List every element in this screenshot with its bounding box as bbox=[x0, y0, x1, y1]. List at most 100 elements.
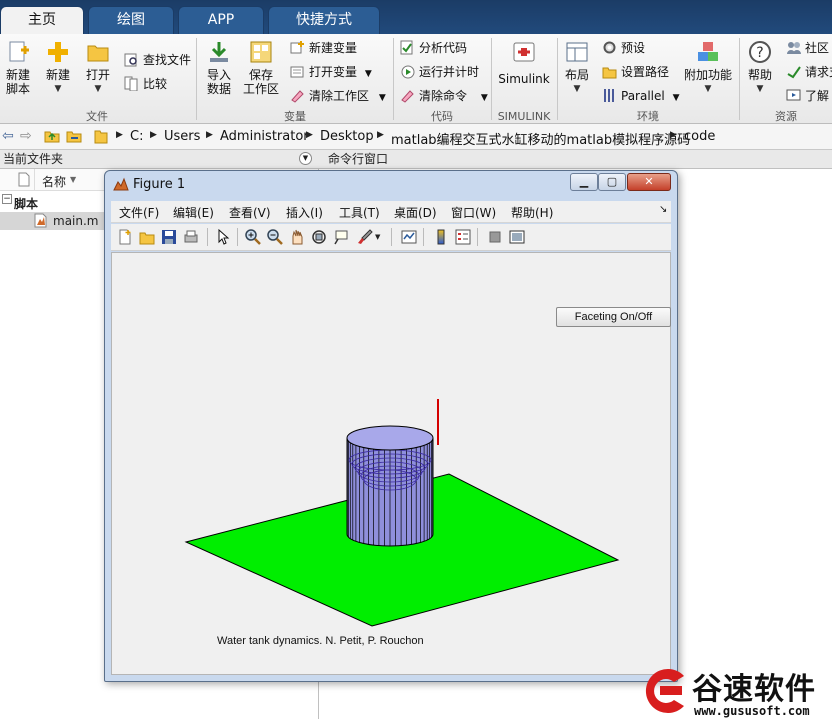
forward-arrow-icon[interactable]: ⇨ bbox=[20, 128, 32, 144]
clear-commands-button[interactable]: 清除命令 ▼ bbox=[400, 86, 488, 106]
help-label: 帮助 bbox=[747, 68, 772, 82]
dock-arrow-icon[interactable]: ↘ bbox=[659, 204, 667, 215]
set-path-button[interactable]: 设置路径 bbox=[602, 62, 669, 82]
link-plot-icon[interactable] bbox=[401, 229, 417, 245]
back-arrow-icon[interactable]: ⇦ bbox=[2, 128, 14, 144]
pointer-icon[interactable] bbox=[215, 228, 231, 245]
request-support-label: 请求支 bbox=[805, 65, 832, 79]
menu-view[interactable]: 查看(V) bbox=[229, 204, 271, 221]
brush-icon[interactable] bbox=[357, 229, 373, 245]
menu-file[interactable]: 文件(F) bbox=[119, 204, 159, 221]
watermark-url: www.gususoft.com bbox=[694, 704, 810, 718]
figure-title-bar[interactable]: Figure 1 ▁ ▢ ✕ bbox=[105, 171, 677, 199]
breadcrumb-drive[interactable]: C: bbox=[130, 129, 143, 144]
legend-icon[interactable] bbox=[455, 229, 471, 245]
save-icon[interactable] bbox=[161, 229, 177, 245]
colorbar-icon[interactable] bbox=[433, 229, 449, 245]
tab-shortcuts[interactable]: 快捷方式 bbox=[268, 6, 380, 34]
breadcrumb-code[interactable]: code bbox=[684, 129, 715, 144]
community-icon bbox=[786, 40, 801, 55]
open-variable-label: 打开变量 bbox=[309, 65, 358, 79]
tab-apps[interactable]: APP bbox=[178, 6, 264, 34]
file-type-column-icon bbox=[18, 172, 30, 187]
community-button[interactable]: 社区 bbox=[786, 38, 829, 58]
menu-help[interactable]: 帮助(H) bbox=[511, 204, 553, 221]
find-files-label: 查找文件 bbox=[143, 53, 192, 67]
faceting-toggle-button[interactable]: Faceting On/Off bbox=[556, 307, 671, 327]
print-icon[interactable] bbox=[183, 229, 199, 245]
preferences-button[interactable]: 预设 bbox=[602, 38, 645, 58]
maximize-button[interactable]: ▢ bbox=[598, 173, 626, 191]
minimize-icon: ▁ bbox=[579, 175, 589, 188]
menu-desktop[interactable]: 桌面(D) bbox=[394, 204, 437, 221]
new-button[interactable]: 新建 ▼ bbox=[40, 40, 76, 96]
group-label-simulink: SIMULINK bbox=[497, 110, 551, 123]
chevron-down-icon: ▼ bbox=[704, 84, 712, 94]
minimize-button[interactable]: ▁ bbox=[570, 173, 598, 191]
name-column-header[interactable]: 名称 bbox=[42, 173, 66, 190]
new-figure-icon[interactable] bbox=[117, 229, 133, 245]
breadcrumb-project-folder[interactable]: matlab编程交互式水缸移动的matlab模拟程序源码 bbox=[391, 129, 690, 148]
pan-hand-icon[interactable] bbox=[289, 229, 305, 245]
addons-cubes-icon bbox=[696, 40, 720, 64]
browse-folder-icon[interactable] bbox=[66, 129, 82, 143]
save-workspace-button[interactable]: 保存 工作区 bbox=[240, 40, 282, 96]
watermark-brand: 谷速软件 bbox=[692, 672, 816, 707]
clear-workspace-button[interactable]: 清除工作区 ▼ bbox=[290, 86, 386, 106]
menu-edit[interactable]: 编辑(E) bbox=[173, 204, 214, 221]
command-window-title: 命令行窗口 bbox=[328, 152, 389, 166]
chevron-down-icon: ▼ bbox=[378, 93, 386, 103]
breadcrumb-administrator[interactable]: Administrator bbox=[220, 129, 309, 144]
open-file-icon[interactable] bbox=[139, 229, 155, 245]
addons-button[interactable]: 附加功能 ▼ bbox=[682, 40, 734, 96]
import-data-button[interactable]: 导入 数据 bbox=[202, 40, 236, 96]
simulink-label: Simulink bbox=[498, 72, 550, 86]
layout-button[interactable]: 布局 ▼ bbox=[560, 40, 594, 96]
breadcrumb-desktop[interactable]: Desktop bbox=[320, 129, 374, 144]
sort-down-icon[interactable]: ▼ bbox=[70, 175, 76, 184]
figure-canvas[interactable]: Faceting On/Off Water tank dynamics. N. … bbox=[111, 252, 671, 675]
menu-tools[interactable]: 工具(T) bbox=[339, 204, 380, 221]
open-button[interactable]: 打开 ▼ bbox=[80, 40, 116, 96]
import-data-label: 导入 数据 bbox=[206, 68, 231, 96]
panel-menu-chevron-icon[interactable]: ▼ bbox=[299, 152, 312, 165]
request-support-button[interactable]: 请求支 bbox=[786, 62, 832, 82]
tab-plots[interactable]: 绘图 bbox=[88, 6, 174, 34]
maximize-icon: ▢ bbox=[606, 175, 618, 188]
chevron-down-icon[interactable]: ▼ bbox=[375, 233, 380, 241]
new-script-button[interactable]: 新建 脚本 bbox=[2, 40, 34, 96]
breadcrumb-users[interactable]: Users bbox=[164, 129, 200, 144]
find-files-button[interactable]: 查找文件 bbox=[124, 50, 191, 70]
tab-home[interactable]: 主页 bbox=[0, 6, 84, 34]
hide-plot-tools-icon[interactable] bbox=[487, 229, 503, 245]
community-label: 社区 bbox=[805, 41, 830, 55]
zoom-out-icon[interactable] bbox=[267, 229, 283, 245]
up-folder-icon[interactable] bbox=[44, 129, 60, 143]
data-cursor-icon[interactable] bbox=[333, 229, 349, 245]
zoom-in-icon[interactable] bbox=[245, 229, 261, 245]
file-row-main[interactable]: main.m bbox=[0, 212, 104, 230]
collapse-minus-icon[interactable]: − bbox=[2, 194, 12, 204]
analyze-code-button[interactable]: 分析代码 bbox=[400, 38, 467, 58]
compare-button[interactable]: 比较 bbox=[124, 74, 167, 94]
matlab-file-icon bbox=[34, 213, 48, 228]
learn-button[interactable]: 了解 bbox=[786, 86, 829, 106]
file-group-label: 脚本 bbox=[14, 197, 39, 211]
close-button[interactable]: ✕ bbox=[627, 173, 671, 191]
group-label-variable: 变量 bbox=[284, 110, 306, 123]
rotate-3d-icon[interactable] bbox=[311, 229, 327, 245]
help-button[interactable]: ? 帮助 ▼ bbox=[742, 40, 778, 96]
ribbon-separator bbox=[557, 38, 558, 120]
ribbon-tab-strip: 主页 绘图 APP 快捷方式 bbox=[0, 0, 832, 34]
simulink-button[interactable]: Simulink bbox=[496, 40, 552, 86]
show-plot-tools-icon[interactable] bbox=[509, 229, 525, 245]
run-and-time-icon bbox=[400, 64, 415, 79]
clear-commands-label: 清除命令 bbox=[419, 89, 468, 103]
open-variable-button[interactable]: 打开变量 ▼ bbox=[290, 62, 372, 82]
new-variable-button[interactable]: 新建变量 bbox=[290, 38, 357, 58]
column-divider bbox=[34, 169, 35, 191]
menu-insert[interactable]: 插入(I) bbox=[286, 204, 323, 221]
menu-window[interactable]: 窗口(W) bbox=[451, 204, 496, 221]
parallel-button[interactable]: Parallel ▼ bbox=[602, 86, 679, 106]
run-and-time-button[interactable]: 运行并计时 bbox=[400, 62, 479, 82]
